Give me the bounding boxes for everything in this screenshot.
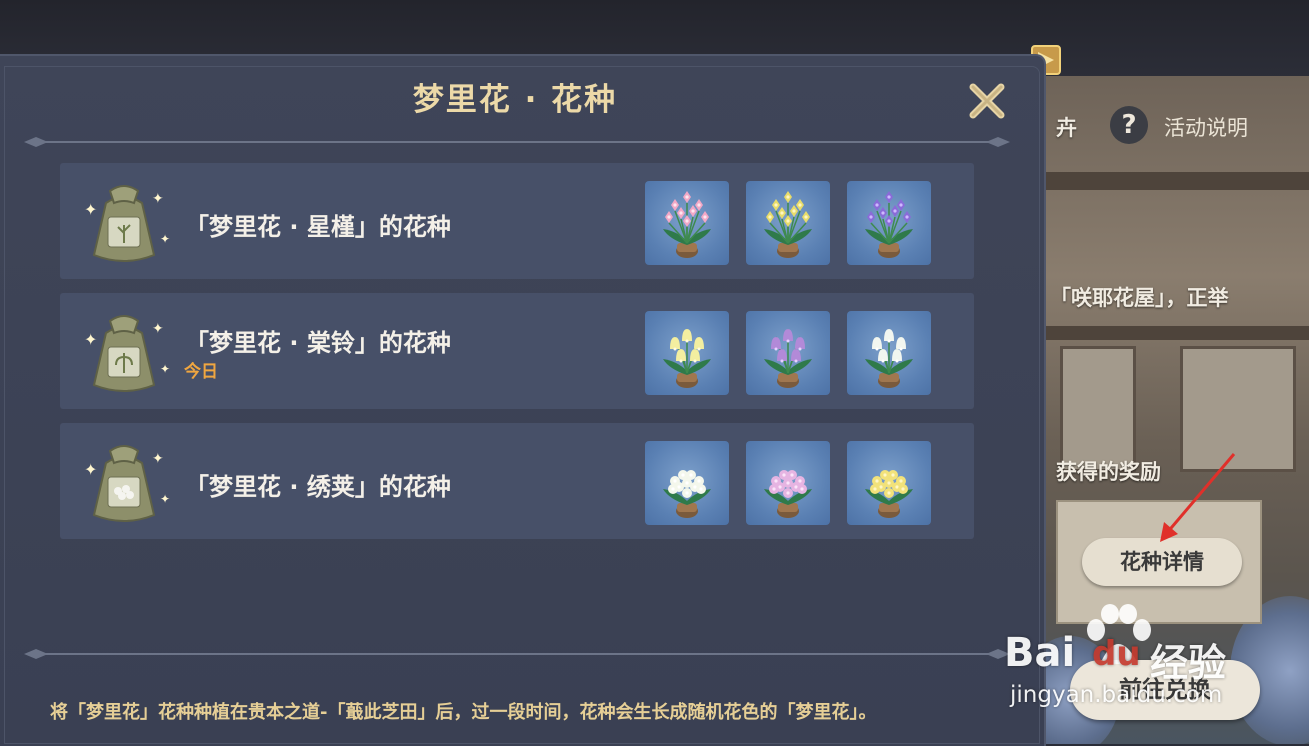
divider-line (24, 649, 1010, 659)
svg-text:✦: ✦ (84, 200, 97, 219)
svg-text:✦: ✦ (84, 330, 97, 349)
flower-card[interactable] (847, 311, 931, 395)
watermark-product: 经验 (1150, 641, 1227, 685)
flower-card[interactable] (746, 181, 830, 265)
watermark-brand: Bai (1004, 630, 1076, 676)
svg-text:✦: ✦ (160, 232, 170, 246)
seed-name: 「梦里花 · 棠铃」的花种 (185, 329, 451, 357)
wooden-beam (1040, 172, 1309, 190)
watermark-brand-suffix: du (1092, 634, 1141, 674)
footnote-text: 将「梦里花」花种种植在贵本之道-「蕺此芝田」后，过一段时间，花种会生长成随机花色… (50, 702, 877, 723)
divider-line (24, 137, 1010, 147)
activity-description-label[interactable]: 活动说明 (1164, 112, 1248, 142)
seed-name: 「梦里花 · 绣荚」的花种 (185, 473, 451, 501)
flower-card[interactable] (746, 441, 830, 525)
svg-text:✦: ✦ (160, 492, 170, 506)
flower-card[interactable] (645, 311, 729, 395)
partial-background-text: 卉 (1056, 116, 1077, 140)
yellow-star-hibiscus-icon (764, 191, 812, 258)
flower-card[interactable] (847, 441, 931, 525)
partial-background-text: 获得的奖励 (1056, 460, 1161, 484)
seed-row-star-hibiscus[interactable]: ✦ ✦ ✦ 「梦里花 · 星槿」的花种 (60, 163, 974, 279)
seed-bag-icon: ✦ ✦ ✦ (84, 185, 170, 262)
watermark-url: jingyan.baidu.com (1010, 682, 1223, 708)
pink-star-hibiscus-icon (663, 191, 711, 258)
flower-card[interactable] (645, 441, 729, 525)
yellow-hydrangea-icon (865, 470, 913, 518)
house-window (1060, 346, 1136, 472)
yellow-bellflower-icon (663, 329, 711, 388)
flower-card[interactable] (645, 181, 729, 265)
white-hydrangea-icon (663, 470, 711, 518)
white-bellflower-icon (865, 329, 913, 388)
svg-text:✦: ✦ (160, 362, 170, 376)
partial-background-text: 「咲耶花屋」，正举 (1050, 286, 1229, 310)
page-title: 梦里花 · 花种 (412, 82, 618, 118)
help-icon[interactable]: ? (1110, 106, 1148, 144)
baidu-watermark: Bai du 经验 jingyan.baidu.com (1000, 604, 1300, 724)
flower-card[interactable] (746, 311, 830, 395)
svg-text:✦: ✦ (84, 460, 97, 479)
today-badge: 今日 (184, 362, 218, 382)
svg-text:✦: ✦ (152, 191, 164, 207)
seed-row-hydrangea[interactable]: ✦ ✦ ✦ 「梦里花 · 绣荚」的花种 (60, 423, 974, 539)
svg-text:✦: ✦ (152, 321, 164, 337)
close-icon[interactable] (964, 78, 1010, 124)
purple-star-hibiscus-icon (865, 191, 913, 258)
seed-name: 「梦里花 · 星槿」的花种 (185, 213, 451, 241)
wooden-beam (1040, 326, 1309, 340)
svg-text:✦: ✦ (152, 451, 164, 467)
seed-bag-icon: ✦ ✦ ✦ (84, 315, 170, 392)
annotation-arrow-icon (1160, 453, 1236, 542)
seed-row-bellflower[interactable]: ✦ ✦ ✦ 「梦里花 · 棠铃」的花种 今日 (60, 293, 974, 409)
flower-card[interactable] (847, 181, 931, 265)
seed-bag-icon: ✦ ✦ ✦ (84, 445, 170, 522)
pink-hydrangea-icon (764, 470, 812, 518)
purple-bellflower-icon (764, 329, 812, 388)
